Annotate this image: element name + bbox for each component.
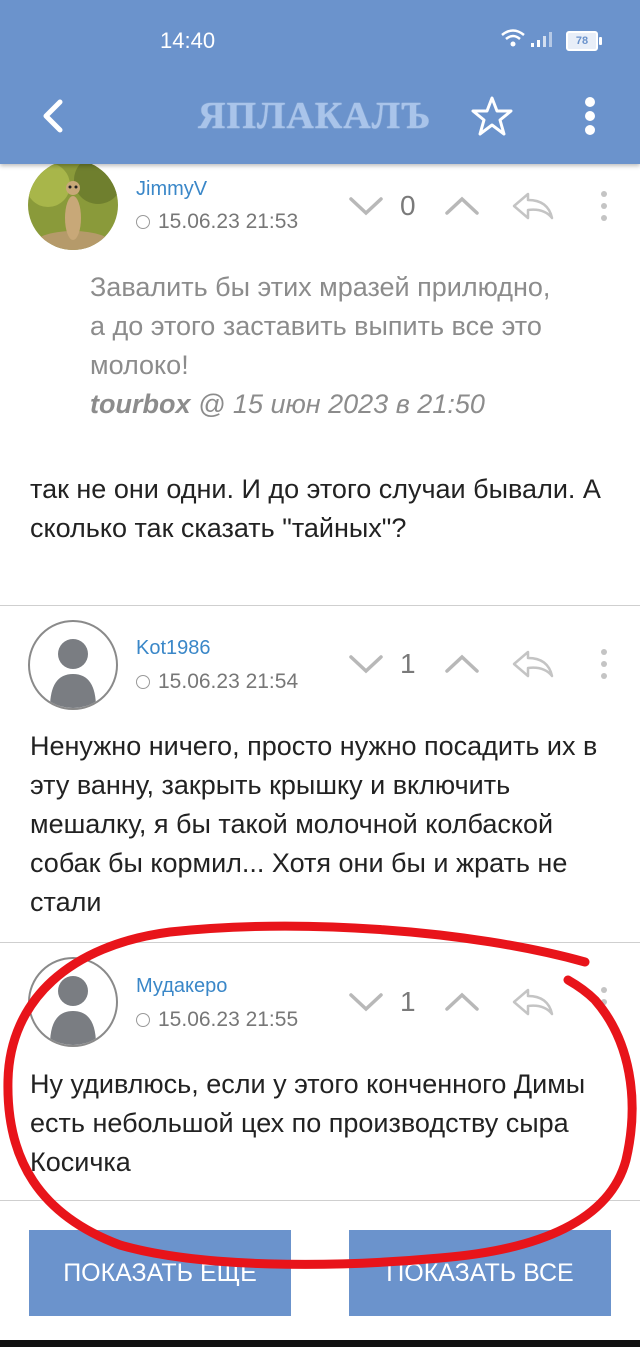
clock-icon: [136, 215, 150, 229]
divider: [0, 1200, 640, 1201]
post-date: 15.06.23 21:53: [136, 210, 298, 234]
reply-icon[interactable]: [510, 190, 556, 227]
vote-count: 0: [400, 190, 416, 221]
post-date-text: 15.06.23 21:54: [158, 670, 299, 693]
status-bar: 14:40 78: [0, 0, 640, 80]
show-more-button[interactable]: ПОКАЗАТЬ ЕЩЕ: [29, 1230, 291, 1316]
author-name[interactable]: Kot1986: [136, 637, 211, 660]
nav-gesture-bar: [0, 1340, 640, 1347]
signal-icon: [530, 30, 556, 53]
quote-datetime: @ 15 июн 2023 в 21:50: [198, 389, 485, 419]
star-icon[interactable]: [470, 94, 514, 143]
wifi-icon: [500, 28, 526, 53]
chevron-up-icon[interactable]: [444, 990, 480, 1019]
author-name[interactable]: Мудакеро: [136, 975, 227, 998]
chevron-up-icon[interactable]: [444, 194, 480, 223]
back-arrow-icon[interactable]: [34, 94, 78, 138]
chevron-down-icon[interactable]: [348, 652, 384, 681]
post-text: Ненужно ничего, просто нужно посадить их…: [30, 731, 598, 917]
clock-icon: [136, 675, 150, 689]
reply-icon[interactable]: [510, 648, 556, 685]
more-vert-icon[interactable]: [578, 94, 602, 143]
vote-count: 1: [400, 986, 416, 1017]
avatar[interactable]: [28, 957, 118, 1047]
clock-icon: [136, 1013, 150, 1027]
quote-text: Завалить бы этих мразей прилюдно, а до э…: [90, 272, 551, 380]
quote-block: Завалить бы этих мразей прилюдно, а до э…: [90, 268, 570, 424]
avatar[interactable]: [28, 160, 118, 250]
site-logo: ЯПЛАКАЛЪ: [198, 95, 432, 137]
more-vert-icon[interactable]: [596, 190, 612, 229]
divider: [0, 942, 640, 943]
quote-author[interactable]: tourbox: [90, 389, 191, 419]
status-time: 14:40: [160, 28, 216, 53]
vote-count: 1: [400, 648, 416, 679]
chevron-up-icon[interactable]: [444, 652, 480, 681]
chevron-down-icon[interactable]: [348, 194, 384, 223]
battery-icon: 78: [566, 31, 602, 51]
post-date-text: 15.06.23 21:53: [158, 210, 299, 233]
show-all-button[interactable]: ПОКАЗАТЬ ВСЕ: [349, 1230, 611, 1316]
chevron-down-icon[interactable]: [348, 990, 384, 1019]
post-date-text: 15.06.23 21:55: [158, 1008, 299, 1031]
nav-bar: ЯПЛАКАЛЪ: [0, 80, 640, 164]
app-bar: 14:40 78 ЯПЛАКАЛЪ: [0, 0, 640, 164]
more-vert-icon[interactable]: [596, 986, 612, 1025]
post-date: 15.06.23 21:54: [136, 670, 298, 694]
more-vert-icon[interactable]: [596, 648, 612, 687]
post-text: так не они одни. И до этого случаи бывал…: [30, 474, 601, 543]
reply-icon[interactable]: [510, 986, 556, 1023]
avatar[interactable]: [28, 620, 118, 710]
post-text: Ну удивлюсь, если у этого конченного Дим…: [30, 1069, 586, 1177]
post-date: 15.06.23 21:55: [136, 1008, 298, 1032]
author-name[interactable]: JimmyV: [136, 178, 207, 201]
divider: [0, 605, 640, 606]
